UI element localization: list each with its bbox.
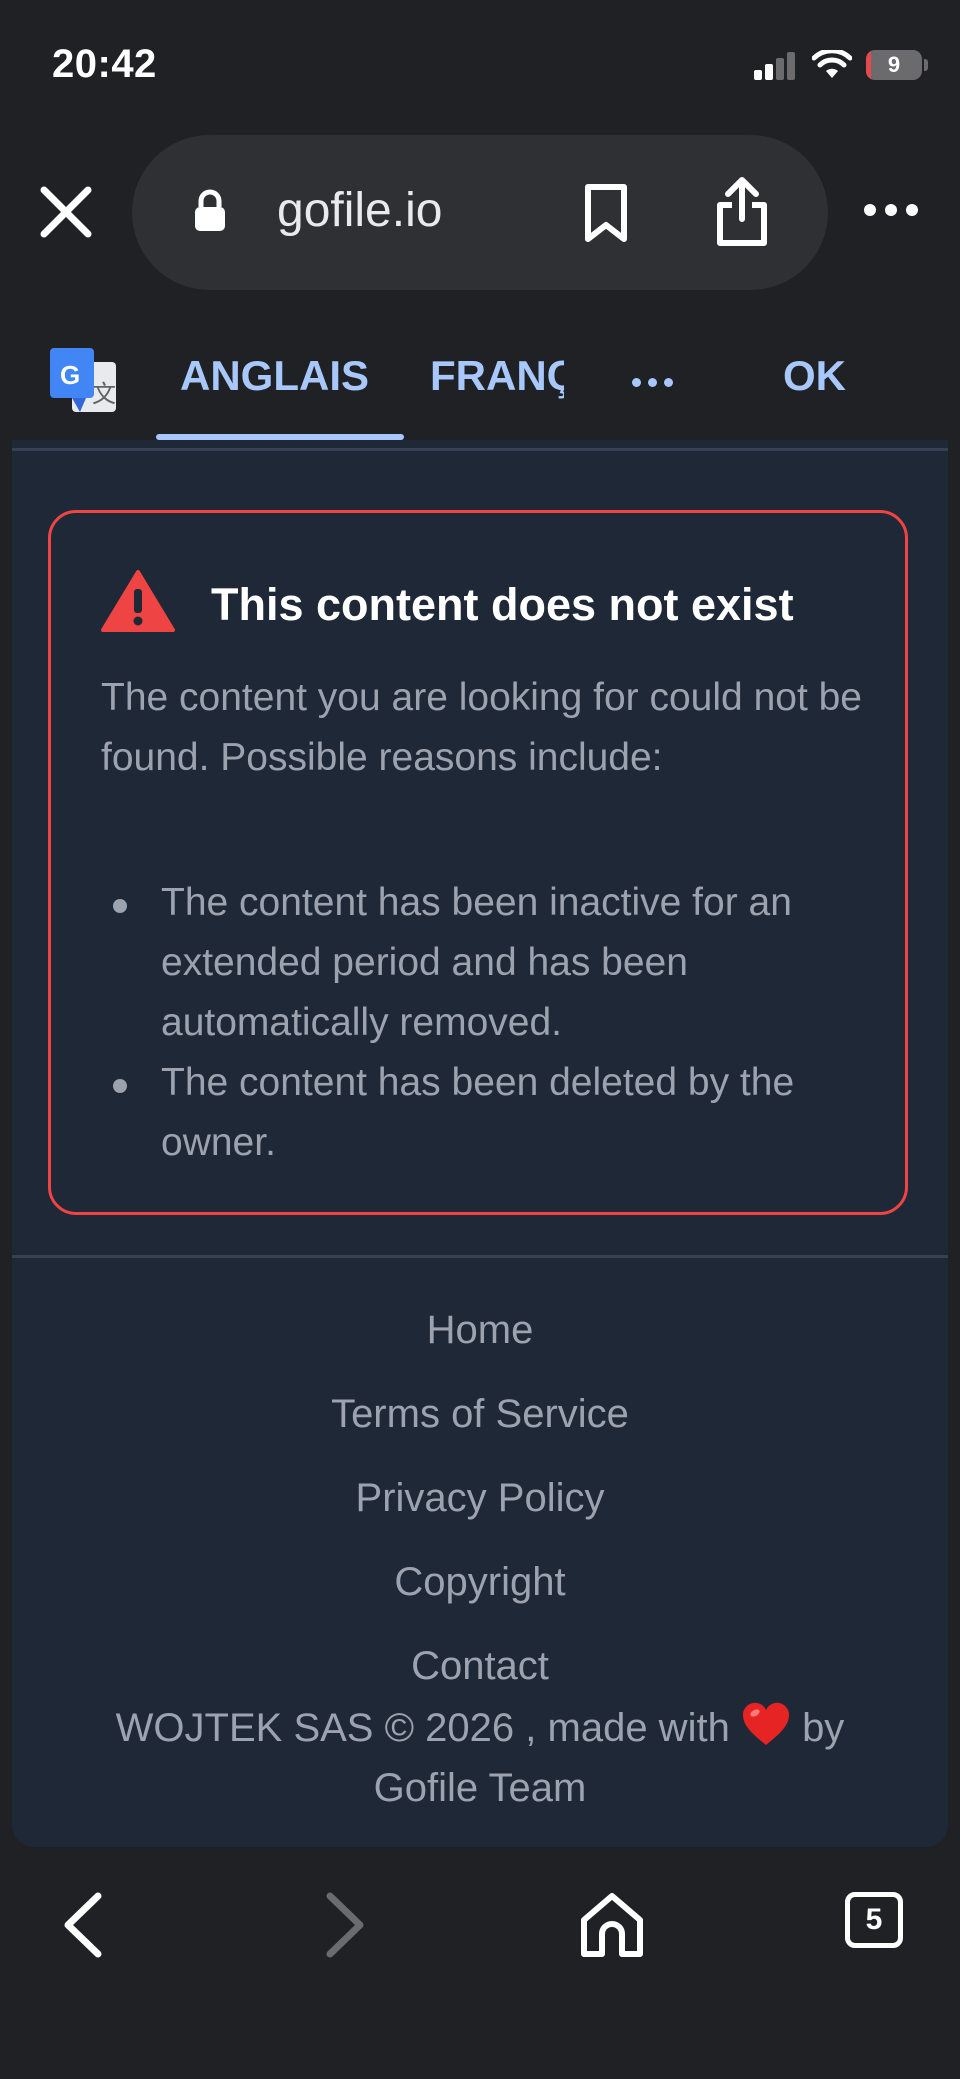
footer-links: Home Terms of Service Privacy Policy Cop… (12, 1288, 948, 1708)
signal-icon (754, 52, 795, 80)
share-icon[interactable] (712, 175, 772, 249)
more-icon[interactable] (864, 204, 918, 216)
url-text: gofile.io (277, 184, 443, 237)
alert-title: This content does not exist (211, 579, 794, 630)
footer-link-terms[interactable]: Terms of Service (12, 1372, 948, 1456)
footer-link-privacy[interactable]: Privacy Policy (12, 1456, 948, 1540)
close-button[interactable] (36, 182, 96, 242)
svg-text:G: G (60, 360, 80, 390)
list-item: The content has been deleted by the owne… (101, 1053, 891, 1173)
status-time: 20:42 (52, 42, 157, 86)
alert-description: The content you are looking for could no… (101, 676, 862, 779)
divider (12, 448, 948, 451)
list-item: The content has been inactive for an ext… (101, 873, 891, 1053)
copyright-suffix: by (802, 1706, 845, 1750)
wifi-icon (812, 50, 852, 78)
error-alert: This content does not exist The content … (48, 510, 908, 1215)
battery-level: 9 (887, 52, 901, 77)
tab-source-language[interactable]: ANGLAIS (180, 352, 369, 400)
footer-link-contact[interactable]: Contact (12, 1624, 948, 1708)
status-icons: 9 (754, 50, 928, 80)
footer-divider (12, 1255, 948, 1258)
home-icon[interactable] (578, 1890, 646, 1960)
close-icon (40, 186, 92, 238)
translate-bar: 文 G ANGLAIS FRANÇAIS OK (0, 330, 960, 440)
forward-icon[interactable] (318, 1890, 370, 1960)
heart-icon (742, 1702, 789, 1745)
translate-ok-button[interactable]: OK (783, 352, 846, 400)
address-bar[interactable]: gofile.io (132, 135, 828, 290)
reasons-list: The content has been inactive for an ext… (101, 873, 891, 1173)
copyright-team: Gofile Team (373, 1766, 587, 1810)
svg-text:文: 文 (92, 380, 116, 408)
status-bar: 20:42 9 (0, 0, 960, 130)
tabs-icon[interactable]: 5 (845, 1892, 903, 1948)
battery-cap (924, 59, 928, 71)
battery-icon: 9 (866, 50, 922, 80)
footer-link-home[interactable]: Home (12, 1288, 948, 1372)
warning-icon (101, 570, 175, 632)
bottom-toolbar: 5 (0, 1858, 960, 2079)
copyright-prefix: WOJTEK SAS © 2026 , made with (115, 1706, 730, 1750)
google-translate-icon: 文 G (50, 348, 116, 412)
copyright-text: WOJTEK SAS © 2026 , made with by Gofile … (52, 1698, 908, 1818)
back-icon[interactable] (58, 1890, 110, 1960)
bookmark-icon[interactable] (582, 183, 630, 243)
footer-link-copyright[interactable]: Copyright (12, 1540, 948, 1624)
lock-icon (195, 189, 225, 231)
translate-more-icon[interactable] (632, 378, 673, 387)
web-page: This content does not exist The content … (12, 440, 948, 1847)
tab-target-language[interactable]: FRANÇAIS (430, 352, 564, 400)
